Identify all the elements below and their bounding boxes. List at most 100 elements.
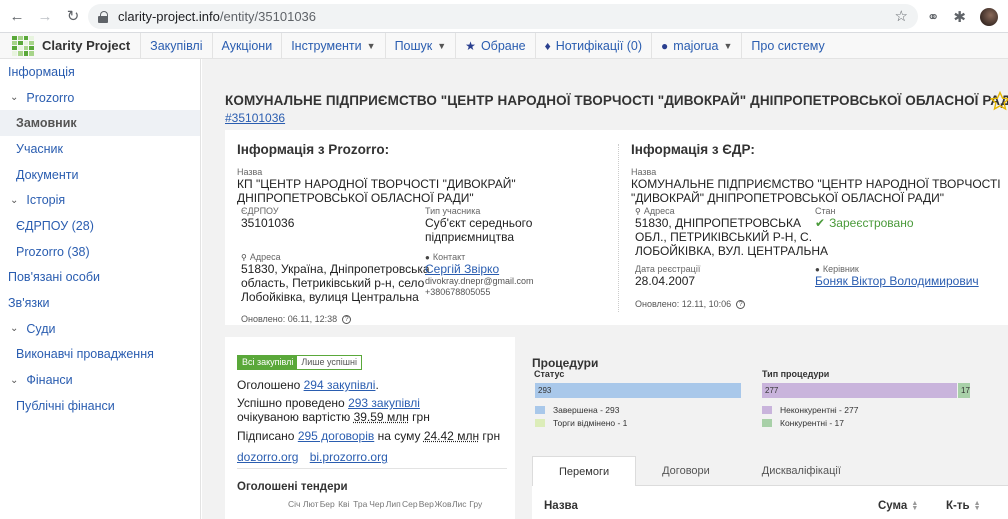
updated-text: Оновлено: 06.11, 12:38 (241, 314, 338, 324)
legend-swatch (762, 406, 772, 414)
head-name-link[interactable]: Боняк Віктор Володимирович (815, 274, 979, 288)
sidebar-item-label: Виконавчі провадження (16, 347, 154, 362)
sidebar-item-label: Історія (26, 193, 66, 208)
sidebar-item-label: Prozorro (26, 90, 75, 105)
globe-icon[interactable]: ⚭ (927, 8, 940, 26)
sidebar-item-finance[interactable]: ⌄ Фінанси (0, 367, 200, 393)
profile-avatar[interactable] (980, 7, 998, 26)
top-navigation: Clarity Project Закупівлі Аукціони Інстр… (0, 33, 1008, 59)
forward-arrow-icon[interactable]: → (34, 5, 56, 27)
tab-contracts[interactable]: Договори (636, 456, 736, 485)
signed-value: 24.42 млн (423, 429, 480, 443)
edr-name-line1: КОМУНАЛЬНЕ ПІДПРИЄМСТВО "ЦЕНТР НАРОДНОЇ … (631, 177, 1001, 191)
toggle-all-purchases[interactable]: Всі закупівлі (238, 356, 298, 369)
success-link[interactable]: 293 закупівлі (348, 396, 420, 410)
nav-item-notifications[interactable]: ♦ Нотифікації (0) (536, 33, 653, 58)
legend-swatch (535, 419, 545, 427)
month-label: Вер (418, 499, 434, 509)
reload-icon[interactable]: ↻ (62, 5, 84, 27)
main-content: КОМУНАЛЬНЕ ПІДПРИЄМСТВО "ЦЕНТР НАРОДНОЇ … (202, 59, 1008, 519)
sidebar-item-documents[interactable]: Документи (0, 162, 200, 188)
nav-item-about[interactable]: Про систему (742, 33, 833, 58)
edr-address-line2: ОБЛ., ПЕТРИКІВСЬКИЙ Р-Н, С. (635, 230, 813, 244)
column-label: Сума (878, 500, 908, 512)
stat-text: Оголошено (237, 378, 304, 392)
stat-text: на суму (374, 429, 424, 443)
browser-toolbar: ← → ↻ clarity-project.info/entity/351010… (0, 0, 1008, 33)
type-bar-competitive: 17 (958, 383, 970, 398)
legend-swatch (762, 419, 772, 427)
nav-item-auctions[interactable]: Аукціони (213, 33, 283, 58)
back-arrow-icon[interactable]: ← (6, 5, 28, 27)
results-tabs: Перемоги Договори Дискваліфікації Назва … (532, 456, 1008, 519)
prozorro-address-line3: Лобойківка, вулиця Центральна (241, 290, 419, 304)
months-axis: Січ Лют Бер Кві Тра Чер Лип Сер Вер Жов … (286, 499, 484, 509)
column-name[interactable]: Назва (544, 500, 578, 512)
field-label: Назва (237, 167, 263, 177)
favorite-star-icon[interactable] (990, 91, 1008, 111)
prozorro-type-line1: Суб'єкт середнього (425, 216, 533, 230)
dozorro-link[interactable]: dozorro.org (237, 450, 298, 464)
tab-wins[interactable]: Перемоги (532, 456, 637, 487)
edr-updated: Оновлено: 12.11, 10:06? (635, 299, 746, 310)
sidebar-item-connections[interactable]: Зв'язки (0, 290, 200, 316)
sidebar-item-label: Суди (26, 321, 56, 336)
tenders-title: Оголошені тендери (237, 481, 348, 493)
announced-line: Оголошено 294 закупівлі. (237, 378, 379, 392)
extensions-puzzle-icon[interactable]: ✱ (953, 8, 966, 26)
state-value: Зареєстровано (829, 216, 914, 230)
signed-link[interactable]: 295 договорів (298, 429, 374, 443)
nav-item-user[interactable]: ● majorua ▼ (652, 33, 743, 58)
column-count[interactable]: К-ть ▲ ▼ (946, 500, 981, 512)
sidebar-item-edrpou-history[interactable]: ЄДРПОУ (28) (0, 213, 200, 239)
tab-disqualifications[interactable]: Дискваліфікації (736, 456, 867, 485)
brand-logo[interactable]: Clarity Project (0, 33, 142, 58)
toggle-successful-only[interactable]: Лише успішні (297, 356, 361, 369)
chevron-down-icon: ⌄ (10, 194, 19, 206)
contact-name-link[interactable]: Сергій Звірко (425, 262, 534, 276)
nav-label: Про систему (751, 38, 825, 53)
announced-link[interactable]: 294 закупівлі (304, 378, 376, 392)
sidebar-item-public-finance[interactable]: Публічні фінанси (0, 393, 200, 419)
field-label: Адреса (249, 252, 281, 262)
bi-prozorro-link[interactable]: bi.prozorro.org (310, 450, 388, 464)
contact-email: divokray.dnepr@gmail.com (425, 276, 534, 286)
nav-item-purchases[interactable]: Закупівлі (141, 33, 213, 58)
sidebar-item-label: Інформація (8, 64, 75, 79)
nav-item-tools[interactable]: Інструменти ▼ (282, 33, 386, 58)
sidebar-item-info[interactable]: Інформація (0, 59, 200, 85)
help-icon[interactable]: ? (736, 300, 746, 310)
column-sum[interactable]: Сума ▲ ▼ (878, 500, 918, 512)
sidebar-item-prozorro[interactable]: ⌄ Prozorro (0, 85, 200, 111)
nav-item-search[interactable]: Пошук ▼ (386, 33, 457, 58)
legend-label: Конкурентні - 17 (780, 418, 844, 428)
prozorro-address-line2: область, Петриківський р-н, село (241, 276, 425, 290)
help-icon[interactable]: ? (342, 315, 352, 325)
legend-label: Завершена - 293 (553, 405, 620, 415)
address-bar[interactable]: clarity-project.info/entity/35101036 ☆ (88, 4, 918, 29)
edrpou-link[interactable]: #35101036 (225, 111, 285, 125)
sidebar-item-enforcement[interactable]: Виконавчі провадження (0, 342, 200, 368)
month-label: Бер (319, 499, 335, 509)
type-bar-noncompetitive: 277 (762, 383, 957, 398)
sidebar-item-related-persons[interactable]: Пов'язані особи (0, 265, 200, 291)
bell-icon: ♦ (544, 38, 551, 53)
prozorro-info: Інформація з Prozorro: Назва КП "ЦЕНТР Н… (237, 142, 607, 325)
prozorro-name-line2: ДНІПРОПЕТРОВСЬКОЇ ОБЛАСНОЇ РАДИ" (237, 191, 474, 205)
sidebar-item-label: Фінанси (26, 373, 73, 388)
field-label: ЄДРПОУ (241, 206, 279, 216)
sidebar-item-label: Учасник (16, 141, 64, 156)
sidebar-item-history[interactable]: ⌄ Історія (0, 187, 200, 213)
sidebar-item-participant[interactable]: Учасник (0, 136, 200, 162)
sort-icon: ▲ ▼ (973, 499, 981, 512)
legend-noncompetitive: Неконкурентні - 277 (762, 405, 858, 415)
sidebar-item-courts[interactable]: ⌄ Суди (0, 316, 200, 342)
head-label: ● Керівник (815, 264, 979, 274)
sidebar-item-label: Замовник (16, 116, 77, 131)
nav-item-favorites[interactable]: ★ Обране (456, 33, 536, 58)
sidebar-item-customer[interactable]: Замовник (0, 110, 200, 137)
sidebar-item-prozorro-history[interactable]: Prozorro (38) (0, 239, 200, 265)
field-label: Тип учасника (425, 206, 481, 216)
sort-icon: ▲ ▼ (911, 499, 919, 512)
bookmark-star-icon[interactable]: ☆ (895, 7, 908, 25)
